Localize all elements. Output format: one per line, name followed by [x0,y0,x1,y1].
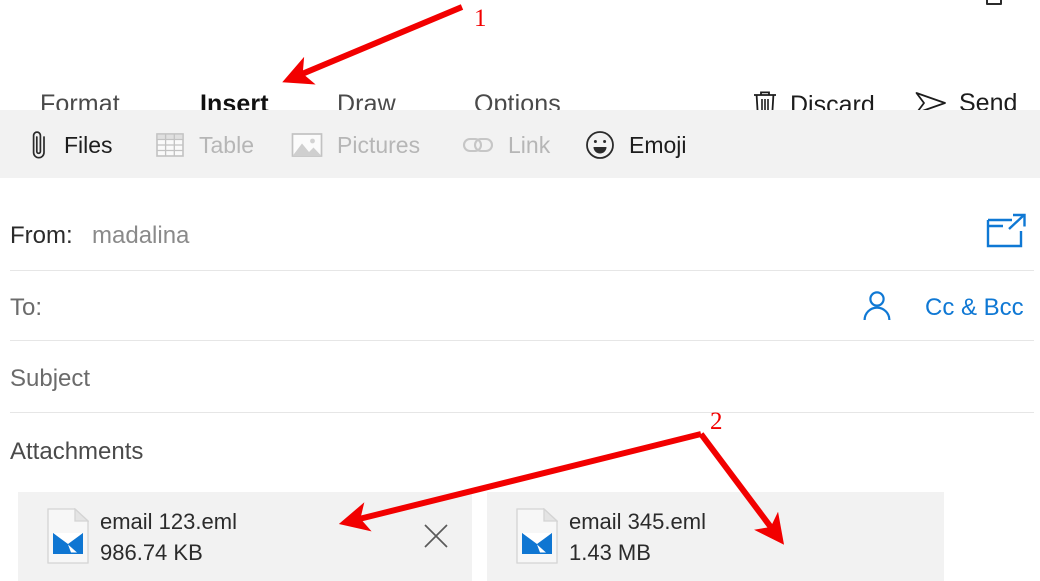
attachment-card[interactable]: email 345.eml 1.43 MB [487,492,944,581]
ribbon-files-button[interactable]: Files [28,127,113,163]
insert-ribbon: Files Table Pictures Link Emoji [0,110,1040,178]
link-icon [462,133,494,157]
address-book-button[interactable] [862,290,892,327]
ribbon-link-button[interactable]: Link [462,127,550,163]
pop-out-button[interactable] [985,212,1029,257]
ribbon-files-label: Files [64,131,113,158]
to-label: To: [10,294,43,321]
paperclip-icon [28,128,50,162]
close-icon [422,524,450,554]
ribbon-pictures-button[interactable]: Pictures [291,127,420,163]
attachments-heading: Attachments [10,438,144,465]
attachment-size: 986.74 KB [100,540,203,566]
attachment-card[interactable]: email 123.eml 986.74 KB [18,492,472,581]
attachment-size: 1.43 MB [569,540,651,566]
attachment-info: email 345.eml 1.43 MB [569,510,706,564]
divider-subject [10,412,1034,413]
ribbon-emoji-label: Emoji [629,131,687,158]
attachment-name: email 123.eml [100,509,237,534]
cc-bcc-button[interactable]: Cc & Bcc [925,294,1024,322]
compose-email-window: Format Insert Draw Options Discard Send … [0,0,1040,581]
pop-out-icon [985,213,1029,256]
annotation-label-1: 1 [474,5,487,32]
eml-file-icon [516,507,559,569]
divider-from [10,270,1034,271]
to-input[interactable] [58,296,848,326]
ribbon-table-label: Table [199,131,254,158]
attachment-remove-button[interactable] [422,522,450,555]
window-restore-icon[interactable] [986,0,1002,5]
eml-file-icon [47,507,90,569]
subject-input[interactable]: Subject [10,367,1020,399]
picture-icon [291,131,323,159]
person-icon [862,291,892,326]
annotation-label-2: 2 [710,408,723,435]
attachment-info: email 123.eml 986.74 KB [100,510,237,564]
ribbon-table-button[interactable]: Table [155,127,254,163]
ribbon-pictures-label: Pictures [337,131,421,158]
divider-to [10,340,1034,341]
tab-bar: Format Insert Draw Options Discard Send [0,40,1040,138]
ribbon-link-label: Link [508,131,551,158]
smiley-icon [585,130,615,160]
from-label: From: [10,222,73,249]
table-icon [155,130,185,160]
attachment-name: email 345.eml [569,509,706,534]
from-value[interactable]: madalina [92,224,189,248]
ribbon-emoji-button[interactable]: Emoji [585,127,687,163]
